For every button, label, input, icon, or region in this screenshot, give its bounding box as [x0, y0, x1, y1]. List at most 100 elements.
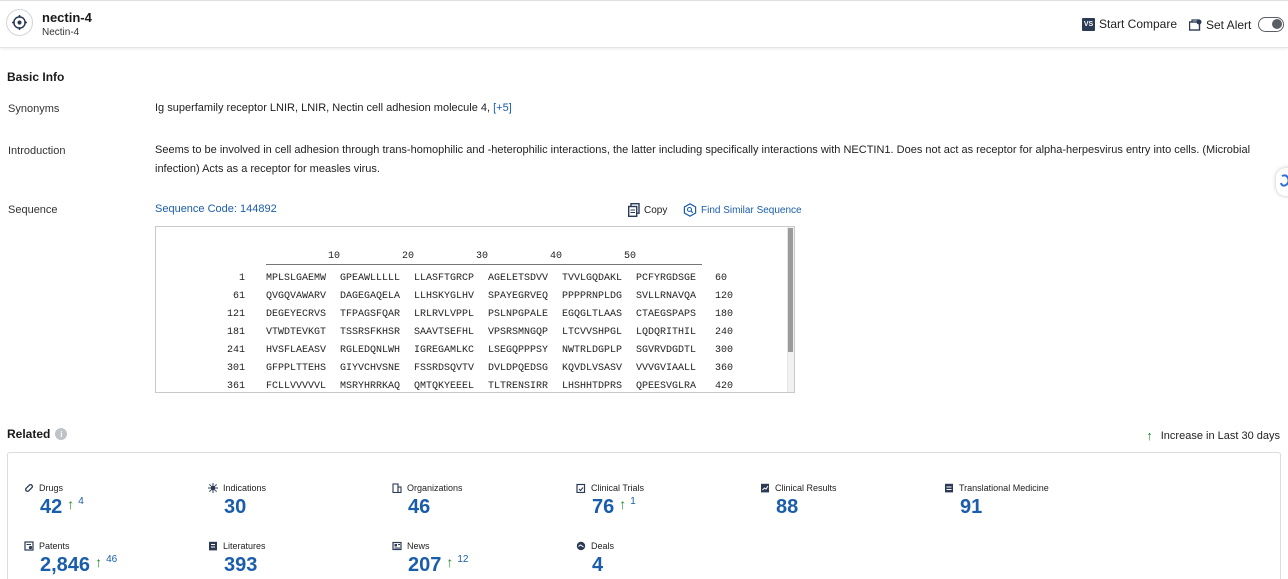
sequence-segment: RGLEDQNLWH — [340, 345, 400, 356]
sequence-segment: MSRYHRRKAQ — [340, 381, 400, 392]
stat-count[interactable]: 207 — [408, 554, 441, 577]
sequence-row-end: 420 — [715, 381, 733, 392]
sequence-segment: EGQGLTLAAS — [562, 309, 622, 320]
stat-news[interactable]: News207↑12 — [392, 541, 469, 577]
related-label: Related — [7, 427, 50, 441]
assistant-fab[interactable] — [1276, 168, 1288, 196]
stat-indications[interactable]: Indications 30 — [208, 483, 266, 519]
ruler-tick: 50 — [624, 251, 636, 262]
stat-label: Patents — [39, 541, 70, 551]
stat-count[interactable]: 88 — [776, 496, 798, 519]
stat-patents[interactable]: Patents2,846↑46 — [24, 541, 117, 577]
assistant-icon — [1279, 174, 1288, 191]
stat-label: Indications — [223, 483, 266, 493]
stat-label-row: Translational Medicine — [944, 483, 1049, 493]
copy-label: Copy — [644, 205, 667, 216]
sequence-row-start: 301 — [227, 363, 245, 374]
stat-value-row: 4 — [592, 554, 614, 577]
stat-count[interactable]: 46 — [408, 496, 430, 519]
synonyms-more-link[interactable]: [+5] — [493, 102, 512, 114]
sequence-row: 241HVSFLAEASVRGLEDQNLWHIGREGAMLKCLSEGQPP… — [156, 345, 786, 363]
sequence-segment: MPLSLGAEMW — [266, 273, 326, 284]
stat-increase: ↑12 — [446, 554, 468, 570]
stat-count[interactable]: 76 — [592, 496, 614, 519]
stat-translational-medicine[interactable]: Translational Medicine 91 — [944, 483, 1049, 519]
sequence-segment: LRLRVLVPPL — [414, 309, 474, 320]
stat-count[interactable]: 30 — [224, 496, 246, 519]
sequence-row-start: 121 — [227, 309, 245, 320]
stat-literatures[interactable]: Literatures393 — [208, 541, 266, 577]
news-icon — [392, 541, 402, 551]
alert-toggle[interactable] — [1258, 17, 1284, 32]
stat-value-row: 88 — [776, 496, 837, 519]
stat-clinical-results[interactable]: Clinical Results88 — [760, 483, 837, 519]
start-compare-button[interactable]: VS Start Compare — [1082, 17, 1177, 31]
stat-count[interactable]: 4 — [592, 554, 603, 577]
sequence-scrollbar[interactable] — [787, 227, 794, 392]
synonyms-value: Ig superfamily receptor LNIR, LNIR, Nect… — [155, 99, 512, 118]
stat-increase-count[interactable]: 4 — [78, 496, 84, 508]
sequence-viewer[interactable]: 10 20 30 40 50 1MPLSLGAEMWGPEAWLLLLLLLAS… — [155, 226, 795, 393]
arrow-up-icon: ↑ — [1146, 428, 1153, 443]
stat-count[interactable]: 2,846 — [40, 554, 90, 577]
sequence-segment: PPPPRNPLDG — [562, 291, 622, 302]
toggle-knob — [1272, 19, 1282, 29]
stat-organizations[interactable]: Organizations 46 — [392, 483, 463, 519]
introduction-value: Seems to be involved in cell adhesion th… — [155, 141, 1275, 179]
sequence-segment: DEGEYECRVS — [266, 309, 326, 320]
sequence-row-start: 61 — [233, 291, 245, 302]
sequence-segment: QVGQVAWARV — [266, 291, 326, 302]
sequence-segment: PSLNPGPALE — [488, 309, 548, 320]
sequence-segment: TVVLGQDAKL — [562, 273, 622, 284]
sequence-segment: FSSRDSQVTV — [414, 363, 474, 374]
stat-count[interactable]: 393 — [224, 554, 257, 577]
sequence-segment: SVLLRNAVQA — [636, 291, 696, 302]
scrollbar-thumb[interactable] — [788, 228, 793, 352]
stat-label-row: Clinical Trials — [576, 483, 644, 493]
sequence-label: Sequence — [8, 204, 58, 216]
stat-deals[interactable]: Deals4 — [576, 541, 614, 577]
increase-legend-label: Increase in Last 30 days — [1161, 430, 1280, 442]
find-similar-label: Find Similar Sequence — [701, 205, 802, 216]
find-similar-sequence-button[interactable]: Find Similar Sequence — [683, 203, 802, 217]
building-icon — [392, 483, 402, 493]
arrow-up-icon: ↑ — [67, 496, 74, 512]
chart-doc-icon — [760, 483, 770, 493]
stat-value-row: 30 — [224, 496, 266, 519]
book-icon — [208, 541, 218, 551]
copy-button[interactable]: Copy — [627, 203, 667, 217]
start-compare-label: Start Compare — [1099, 17, 1177, 31]
set-alert-button[interactable]: Set Alert — [1189, 17, 1284, 32]
arrow-up-icon: ↑ — [619, 496, 626, 512]
stat-increase: ↑1 — [619, 496, 636, 512]
sequence-code-link[interactable]: Sequence Code: 144892 — [155, 200, 277, 219]
sequence-row-start: 361 — [227, 381, 245, 392]
stat-drugs[interactable]: Drugs42↑4 — [24, 483, 84, 519]
stat-label-row: Organizations — [392, 483, 463, 493]
doc-icon — [944, 483, 954, 493]
copy-icon — [627, 203, 640, 217]
sequence-segment: QMTQKYEEEL — [414, 381, 474, 392]
target-header: nectin-4 Nectin-4 VS Start Compare Set A… — [0, 1, 1288, 48]
sequence-segment: LHSHHTDPRS — [562, 381, 622, 392]
sequence-segment: TSSRSFKHSR — [340, 327, 400, 338]
sequence-segment: TLTRENSIRR — [488, 381, 548, 392]
sequence-segment: FCLLVVVVVL — [266, 381, 326, 392]
virus-icon — [208, 483, 218, 493]
page-title: nectin-4 — [42, 10, 92, 25]
stat-count[interactable]: 42 — [40, 496, 62, 519]
stat-count[interactable]: 91 — [960, 496, 982, 519]
sequence-segment: GFPPLTTEHS — [266, 363, 326, 374]
info-icon[interactable]: i — [55, 428, 67, 440]
sequence-row-end: 120 — [715, 291, 733, 302]
stat-increase-count[interactable]: 12 — [457, 554, 468, 566]
ruler-tick: 10 — [328, 251, 340, 262]
pill-icon — [24, 483, 34, 493]
stat-increase: ↑4 — [67, 496, 84, 512]
stat-increase-count[interactable]: 46 — [106, 554, 117, 566]
sequence-segment: VTWDTEVKGT — [266, 327, 326, 338]
related-stats-panel: Drugs42↑4Indications30Organizations46Cli… — [7, 452, 1281, 579]
sequence-row-start: 181 — [227, 327, 245, 338]
stat-clinical-trials[interactable]: Clinical Trials76↑1 — [576, 483, 644, 519]
stat-increase-count[interactable]: 1 — [630, 496, 636, 508]
